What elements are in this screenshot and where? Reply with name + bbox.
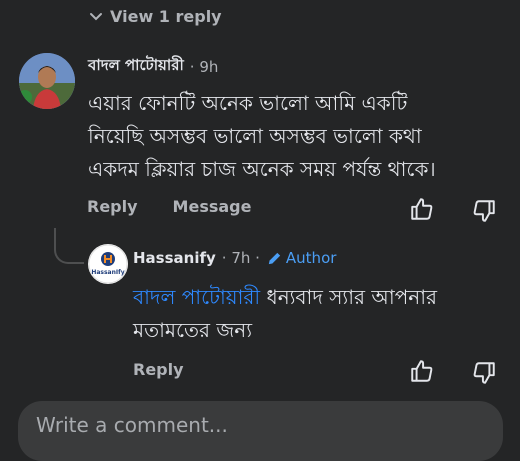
reply-author[interactable]: Hassanify xyxy=(133,249,216,267)
reply-time: · 7h · xyxy=(221,249,260,267)
comment-line: একদম ক্লিয়ার চাজ অনেক সময় পর্যন্ত থাকে… xyxy=(88,157,436,181)
comment-body: এয়ার ফোনটি অনেক ভালো আমি একটি নিয়েছি অ… xyxy=(88,87,508,186)
comment-input-placeholder: Write a comment... xyxy=(36,413,228,437)
reply-line: বাদল পাটোয়ারী ধন্যবাদ স্যার আপনার xyxy=(133,281,513,314)
thread-connector xyxy=(54,228,84,264)
dislike-icon[interactable] xyxy=(471,198,497,224)
profile-photo xyxy=(19,53,75,109)
message-button[interactable]: Message xyxy=(173,197,252,216)
reply-button[interactable]: Reply xyxy=(87,197,138,216)
comment-actions: Reply Message xyxy=(87,197,251,216)
view-replies-link[interactable]: View 1 reply xyxy=(88,4,222,28)
comment-header: বাদল পাটোয়ারী · 9h xyxy=(88,54,218,79)
logo-text: HassanIfy xyxy=(91,269,124,276)
avatar[interactable] xyxy=(19,53,75,109)
like-icon[interactable] xyxy=(409,196,435,222)
comment-line: নিয়েছি অসম্ভব ভালো অসম্ভব ভালো কথা xyxy=(88,124,422,148)
reply-header: Hassanify · 7h · Author xyxy=(133,249,336,267)
chevron-down-icon xyxy=(90,13,102,21)
comment-author[interactable]: বাদল পাটোয়ারী xyxy=(88,54,184,79)
hassanify-logo: HassanIfy xyxy=(88,244,128,284)
reply-body: বাদল পাটোয়ারী ধন্যবাদ স্যার আপনার মতামত… xyxy=(133,281,513,347)
reply-text: ধন্যবাদ স্যার আপনার xyxy=(260,285,438,309)
comment-input[interactable]: Write a comment... xyxy=(18,401,503,461)
dislike-icon[interactable] xyxy=(471,360,497,386)
reply-line: মতামতের জন্য xyxy=(133,318,253,342)
mention-link[interactable]: বাদল পাটোয়ারী xyxy=(133,285,260,309)
reply-button[interactable]: Reply xyxy=(133,360,184,379)
author-badge-label: Author xyxy=(285,249,337,267)
comment-line: এয়ার ফোনটি অনেক ভালো আমি একটি xyxy=(88,91,408,115)
comment-time: · 9h xyxy=(189,57,219,76)
reply-actions: Reply xyxy=(133,360,184,379)
author-badge: Author xyxy=(266,249,337,267)
view-replies-label: View 1 reply xyxy=(110,6,222,26)
like-icon[interactable] xyxy=(409,358,435,384)
pencil-icon xyxy=(268,252,281,264)
reply-avatar[interactable]: HassanIfy xyxy=(88,244,128,284)
